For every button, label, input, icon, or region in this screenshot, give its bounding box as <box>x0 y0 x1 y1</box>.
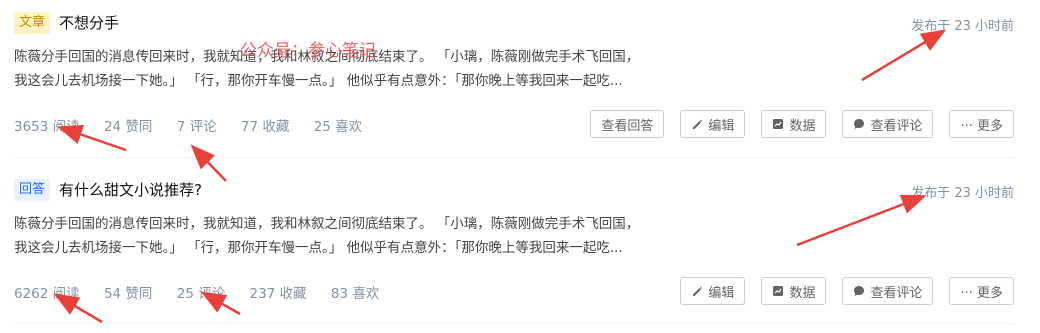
arrow-to-publish-time <box>861 29 947 82</box>
arrow-to-read-count <box>53 293 103 324</box>
arrow-to-comment-count <box>190 144 227 182</box>
arrow-to-publish-time <box>796 194 927 247</box>
arrow-to-read-count <box>57 125 127 152</box>
annotation-arrows <box>53 29 947 324</box>
arrow-to-comment-count <box>200 291 241 316</box>
